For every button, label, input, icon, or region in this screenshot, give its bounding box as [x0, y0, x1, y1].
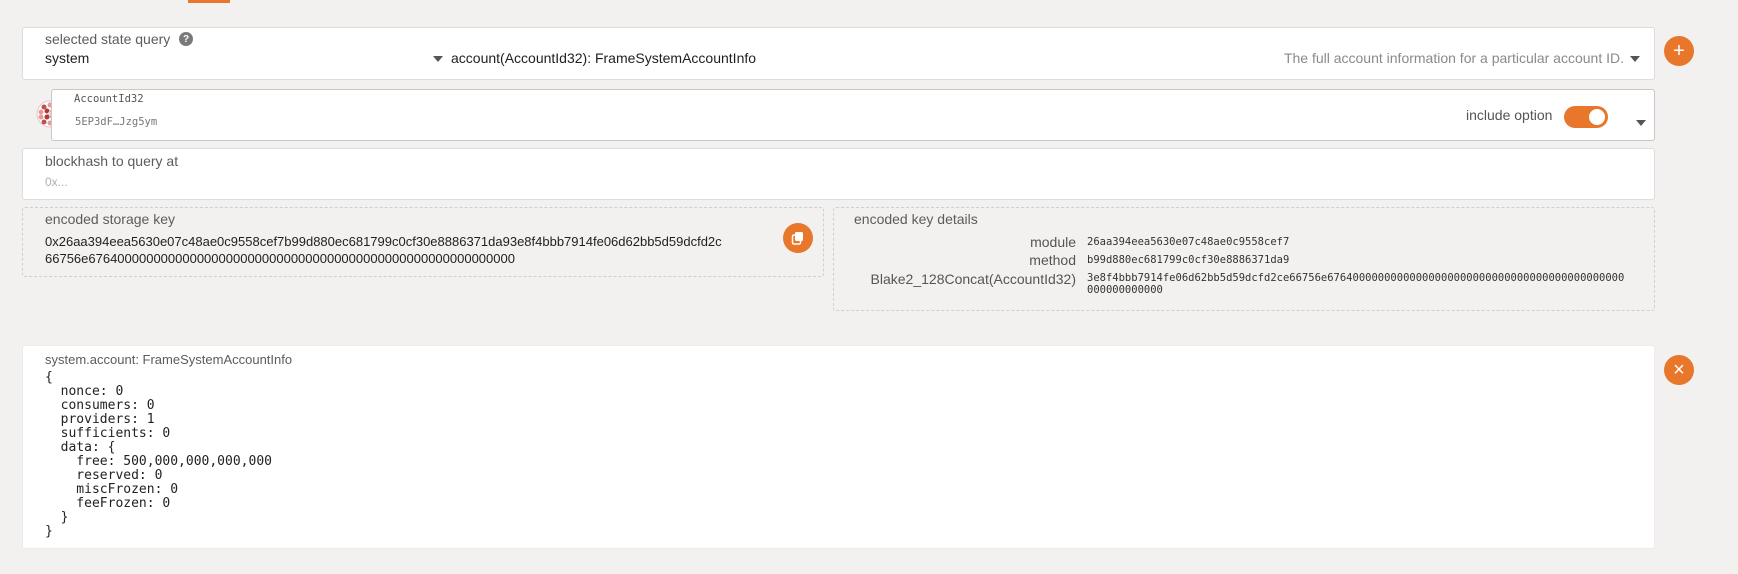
- module-select[interactable]: system: [45, 50, 445, 74]
- query-result-label: system.account: FrameSystemAccountInfo: [45, 352, 293, 367]
- encoded-key-details-label: encoded key details: [854, 211, 978, 227]
- encoded-storage-key-line-2: 66756e6764000000000000000000000000000000…: [45, 251, 515, 266]
- chevron-down-icon: [433, 56, 443, 62]
- chevron-down-icon: [1630, 56, 1640, 62]
- copy-button[interactable]: [783, 223, 813, 253]
- detail-key-module: module: [1030, 234, 1076, 250]
- chevron-down-icon[interactable]: [1636, 120, 1646, 126]
- method-select[interactable]: account(AccountId32): FrameSystemAccount…: [451, 50, 1646, 74]
- add-query-button[interactable]: +: [1664, 36, 1694, 66]
- state-query-label: selected state query: [45, 31, 171, 47]
- detail-key-hasher: Blake2_128Concat(AccountId32): [870, 271, 1076, 287]
- query-result-output: { nonce: 0 consumers: 0 providers: 1 suf…: [45, 370, 272, 539]
- detail-key-method: method: [1029, 252, 1076, 268]
- module-select-value: system: [45, 50, 90, 66]
- encoded-key-details-panel: encoded key details module 26aa394eea563…: [833, 207, 1655, 311]
- blockhash-label: blockhash to query at: [45, 153, 179, 169]
- account-type-label: AccountId32: [74, 93, 144, 105]
- blockhash-panel: blockhash to query at 0x...: [22, 148, 1655, 200]
- blockhash-input[interactable]: 0x...: [45, 175, 1625, 189]
- encoded-storage-key-line-1: 0x26aa394eea5630e07c48ae0c9558cef7b99d88…: [45, 234, 722, 249]
- method-select-value: account(AccountId32): FrameSystemAccount…: [451, 50, 757, 66]
- include-option-toggle[interactable]: [1564, 106, 1608, 128]
- query-result-panel: system.account: FrameSystemAccountInfo {…: [22, 345, 1655, 549]
- copy-icon: [791, 232, 803, 245]
- detail-value-hasher: 3e8f4bbb7914fe06d62bb5d59dcfd2ce66756e67…: [1087, 272, 1625, 296]
- encoded-storage-key-label: encoded storage key: [45, 211, 175, 227]
- method-description: The full account information for a parti…: [1283, 50, 1624, 66]
- account-input[interactable]: AccountId32 5EP3dF…Jzg5ym include option: [51, 89, 1655, 141]
- detail-value-method: b99d880ec681799c0cf30e8886371da9: [1087, 254, 1290, 266]
- encoded-storage-key-panel: encoded storage key 0x26aa394eea5630e07c…: [22, 207, 824, 277]
- account-address: 5EP3dF…Jzg5ym: [75, 116, 158, 128]
- close-result-button[interactable]: ×: [1664, 355, 1694, 385]
- detail-value-module: 26aa394eea5630e07c48ae0c9558cef7: [1087, 236, 1290, 248]
- include-option-label: include option: [1466, 107, 1553, 123]
- question-mark-icon[interactable]: ?: [179, 32, 193, 46]
- state-query-panel: selected state query ? system account(Ac…: [22, 27, 1655, 80]
- active-tab-indicator: [188, 0, 230, 3]
